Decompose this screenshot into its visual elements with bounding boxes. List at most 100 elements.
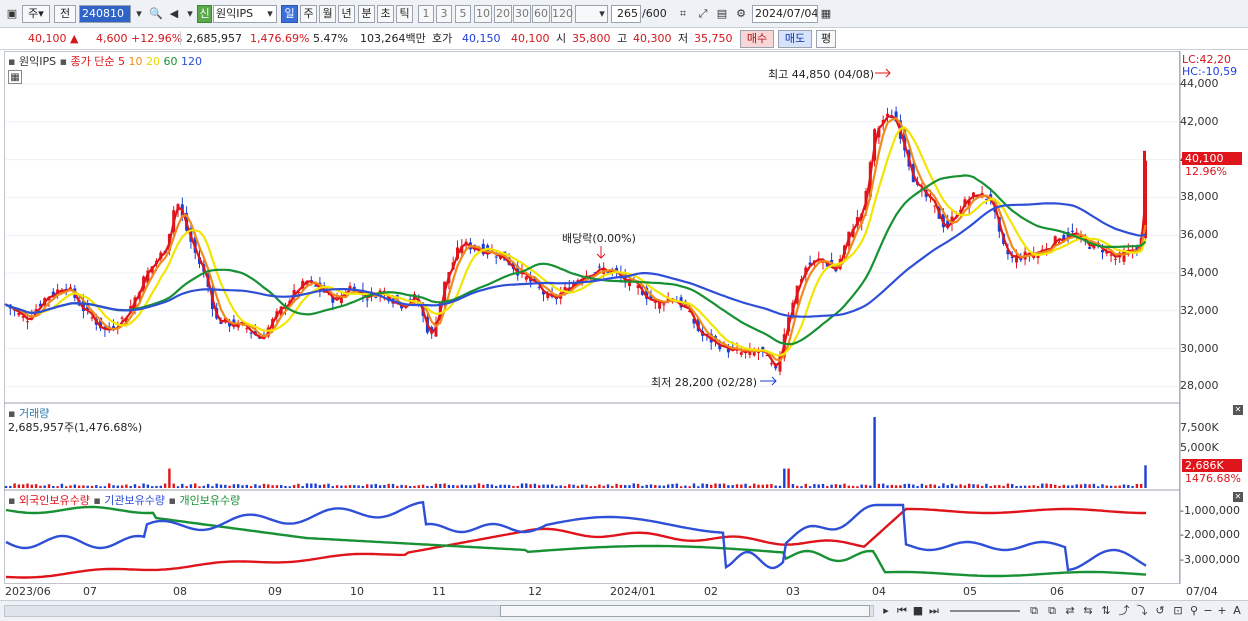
volume-bar xyxy=(318,485,322,488)
ma5-label: 5 xyxy=(118,55,126,68)
candle xyxy=(597,266,601,268)
fast-forward-icon[interactable]: ⏭ xyxy=(926,602,942,620)
volume-bar xyxy=(323,484,326,488)
volume-bar xyxy=(477,483,481,488)
volume-bar xyxy=(4,485,8,488)
grid-toggle-icon[interactable]: ▦ xyxy=(8,70,22,84)
volume-bar xyxy=(727,485,730,488)
scroll-right-icon[interactable]: ▸ xyxy=(878,602,894,620)
volume-bar xyxy=(735,484,739,488)
volume-bar xyxy=(1114,485,1117,488)
volume-tag: 2,686K xyxy=(1182,459,1242,472)
tool-icon[interactable]: ⇆ xyxy=(1080,602,1096,620)
volume-bar xyxy=(925,485,928,488)
volume-bar xyxy=(331,486,334,488)
volume-bar xyxy=(288,486,291,488)
volume-bar xyxy=(185,486,188,488)
volume-bar xyxy=(249,486,253,488)
volume-bar xyxy=(615,483,618,488)
tool-icon[interactable]: ⇅ xyxy=(1098,602,1114,620)
price-tick: 34,000 xyxy=(1180,266,1219,279)
date-tick: 12 xyxy=(528,585,542,598)
volume-bar xyxy=(912,484,915,488)
volume-bar xyxy=(409,486,412,488)
volume-bar xyxy=(628,485,631,488)
volume-bar xyxy=(267,484,270,488)
volume-bar xyxy=(275,485,279,488)
volume-bar xyxy=(864,484,868,488)
volume-tick: 7,500K xyxy=(1180,421,1219,434)
close-panel-icon[interactable]: ✕ xyxy=(1233,492,1243,502)
volume-bar xyxy=(335,485,339,488)
volume-bar xyxy=(882,483,885,488)
volume-bar xyxy=(116,485,119,488)
volume-bar xyxy=(606,484,610,488)
tool-icon[interactable]: ⧉ xyxy=(1044,602,1060,620)
volume-bar xyxy=(378,485,382,488)
tool-icon[interactable]: ↺ xyxy=(1152,602,1168,620)
volume-bar xyxy=(714,483,717,488)
zoom-slider[interactable] xyxy=(950,610,1020,612)
volume-bar xyxy=(753,483,756,488)
tool-icon[interactable]: ⇄ xyxy=(1062,602,1078,620)
volume-bar xyxy=(710,484,713,488)
volume-bar xyxy=(679,486,683,488)
volume-bar xyxy=(228,485,231,488)
volume-bar xyxy=(641,485,644,488)
close-panel-icon[interactable]: ✕ xyxy=(1233,405,1243,415)
volume-bar xyxy=(1032,485,1035,488)
volume-bar xyxy=(813,484,816,488)
volume-bar xyxy=(576,485,580,488)
volume-bar xyxy=(417,485,420,488)
volume-bar xyxy=(765,484,769,488)
scrollbar-thumb[interactable] xyxy=(500,605,870,617)
plus-icon[interactable]: + xyxy=(1214,602,1230,620)
retail-holding-line xyxy=(5,505,1147,578)
tool-icon[interactable]: ⤵ xyxy=(1134,602,1150,620)
volume-bar xyxy=(52,485,55,488)
volume-bar xyxy=(761,484,764,488)
volume-bar xyxy=(645,484,648,488)
volume-bar xyxy=(1002,485,1005,488)
volume-bar xyxy=(555,485,558,488)
volume-bar xyxy=(1084,483,1087,488)
volume-bar xyxy=(353,485,356,488)
volume-bar xyxy=(804,483,807,488)
candle xyxy=(769,363,773,365)
candle xyxy=(494,256,498,258)
date-tick: 02 xyxy=(704,585,718,598)
volume-bar xyxy=(1088,484,1091,488)
volume-bar xyxy=(834,484,838,488)
stop-icon[interactable]: ■ xyxy=(910,602,926,620)
rewind-icon[interactable]: ⏮ xyxy=(894,602,910,620)
date-tick: 2023/06 xyxy=(5,585,51,598)
volume-bar xyxy=(142,483,145,488)
volume-bar xyxy=(305,483,309,488)
volume-bar xyxy=(1011,484,1014,488)
volume-bar xyxy=(73,484,76,488)
candle xyxy=(365,299,369,301)
font-icon[interactable]: A xyxy=(1229,602,1245,620)
price-tag: 40,100 xyxy=(1182,152,1242,165)
date-tick: 08 xyxy=(173,585,187,598)
volume-bar xyxy=(327,483,330,488)
candle xyxy=(662,304,666,306)
volume-bar xyxy=(1131,486,1134,488)
volume-bar xyxy=(421,484,425,488)
volume-bar xyxy=(292,485,296,488)
volume-bar xyxy=(791,484,795,488)
volume-bar xyxy=(456,485,459,488)
volume-bar xyxy=(262,483,266,488)
tool-icon[interactable]: ⧉ xyxy=(1026,602,1042,620)
volume-bar xyxy=(955,485,958,488)
volume-bar xyxy=(159,485,162,488)
volume-bar xyxy=(675,483,678,488)
chart-canvas[interactable] xyxy=(0,0,1248,621)
tool-icon[interactable]: ⊡ xyxy=(1170,602,1186,620)
volume-bar xyxy=(99,486,102,488)
tool-icon[interactable]: ⤴ xyxy=(1116,602,1132,620)
volume-bar xyxy=(1140,483,1143,488)
ma120-label: 120 xyxy=(181,55,203,68)
volume-bar xyxy=(903,483,906,488)
volume-bar xyxy=(796,485,799,488)
